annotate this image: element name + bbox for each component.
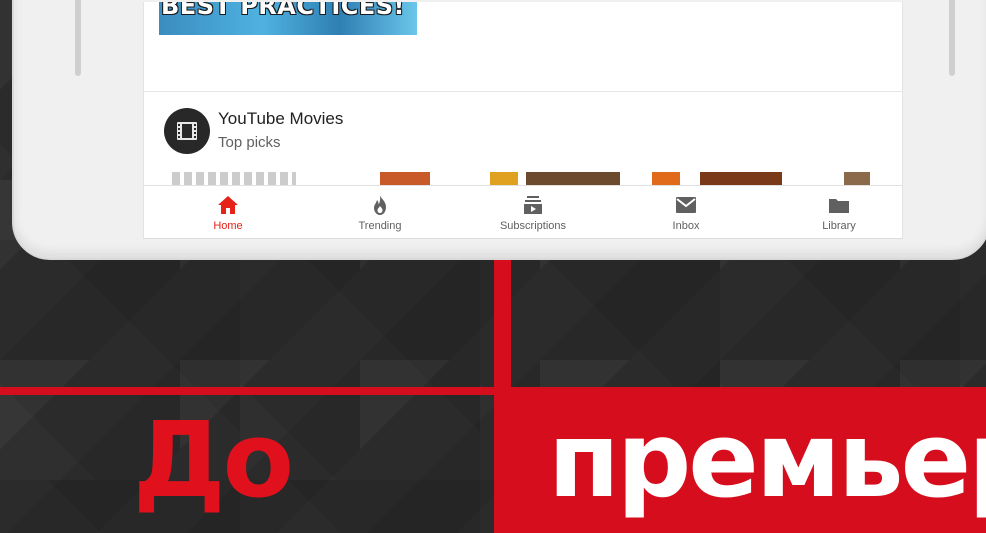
app-screen: BEST PRACTICES! YouTube Movies Top picks… bbox=[143, 2, 903, 239]
section-divider bbox=[144, 91, 902, 92]
nav-trending-label: Trending bbox=[358, 220, 402, 232]
tablet-speaker-left bbox=[75, 0, 81, 76]
bottom-navigation-bar: Home Trending Subscriptions Inbox Librar… bbox=[144, 185, 902, 238]
movie-thumbnail[interactable] bbox=[490, 172, 620, 186]
nav-library[interactable]: Library bbox=[779, 186, 899, 238]
tablet-device-frame: BEST PRACTICES! YouTube Movies Top picks… bbox=[12, 0, 986, 260]
home-icon bbox=[218, 196, 238, 214]
video-thumbnail[interactable]: BEST PRACTICES! bbox=[159, 2, 417, 35]
movie-thumbnail[interactable] bbox=[380, 172, 430, 186]
channel-subtitle: Top picks bbox=[218, 134, 281, 151]
nav-home-label: Home bbox=[213, 220, 243, 232]
nav-trending[interactable]: Trending bbox=[320, 186, 440, 238]
movie-thumbnails-row bbox=[144, 172, 902, 186]
flame-icon bbox=[374, 195, 386, 215]
nav-library-label: Library bbox=[822, 220, 856, 232]
movie-thumbnail[interactable] bbox=[844, 172, 870, 186]
channel-title[interactable]: YouTube Movies bbox=[218, 109, 343, 129]
movie-thumbnail[interactable] bbox=[652, 172, 782, 186]
channel-avatar[interactable] bbox=[164, 108, 210, 154]
tablet-speaker-right bbox=[949, 0, 955, 76]
promo-stage: До премьер BEST PRACTICES! bbox=[0, 0, 986, 533]
folder-icon bbox=[829, 199, 849, 213]
nav-subscriptions[interactable]: Subscriptions bbox=[473, 186, 593, 238]
movie-thumbnail[interactable] bbox=[172, 172, 296, 186]
banner-text-right: премьер bbox=[548, 399, 986, 521]
red-vertical-bar bbox=[494, 244, 511, 394]
film-icon bbox=[177, 122, 197, 140]
banner-text-left: До bbox=[133, 399, 294, 521]
nav-subscriptions-label: Subscriptions bbox=[499, 220, 567, 232]
nav-inbox[interactable]: Inbox bbox=[626, 186, 746, 238]
envelope-icon bbox=[676, 197, 696, 213]
nav-home[interactable]: Home bbox=[168, 186, 288, 238]
nav-inbox-label: Inbox bbox=[672, 220, 700, 232]
thumbnail-caption: BEST PRACTICES! bbox=[161, 2, 405, 20]
subscriptions-icon bbox=[524, 196, 542, 214]
